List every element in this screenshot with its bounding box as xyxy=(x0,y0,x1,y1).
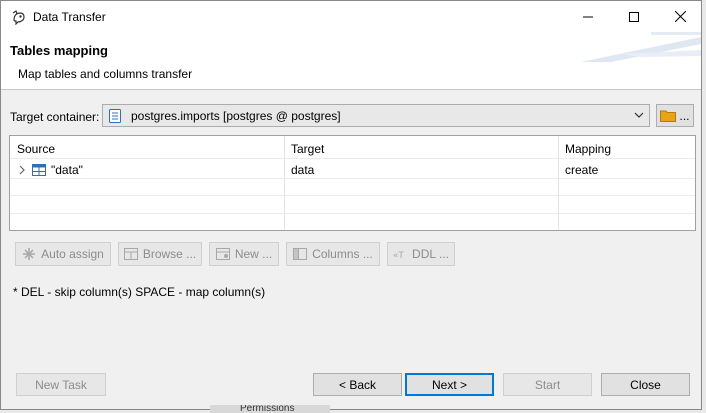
database-icon xyxy=(109,108,121,123)
browse-container-button[interactable]: ... xyxy=(656,104,694,127)
expand-arrow-icon[interactable] xyxy=(18,165,26,175)
table-icon xyxy=(32,164,46,176)
mapping-table[interactable]: Source Target Mapping "data" data create xyxy=(9,135,696,231)
dbeaver-app-icon xyxy=(12,10,25,25)
minimize-icon xyxy=(583,16,593,17)
new-table-icon xyxy=(215,248,230,260)
table-browse-icon xyxy=(123,248,138,260)
keyboard-hint: * DEL - skip column(s) SPACE - map colum… xyxy=(13,285,266,299)
background-permissions-text: Permissions xyxy=(240,405,295,413)
column-header-mapping[interactable]: Mapping xyxy=(565,142,611,156)
window-title: Data Transfer xyxy=(33,10,106,24)
auto-assign-button[interactable]: Auto assign xyxy=(15,242,111,266)
close-button[interactable]: Close xyxy=(601,373,690,396)
close-icon xyxy=(674,11,686,22)
minimize-button[interactable] xyxy=(565,1,611,32)
new-task-button[interactable]: New Task xyxy=(16,373,106,396)
svg-text:«T: «T xyxy=(393,251,404,260)
browse-label: Browse ... xyxy=(142,247,197,261)
auto-assign-icon xyxy=(23,248,36,260)
row-mapping-cell[interactable]: create xyxy=(565,163,598,177)
maximize-button[interactable] xyxy=(611,1,657,32)
column-divider xyxy=(558,136,559,230)
auto-assign-label: Auto assign xyxy=(41,247,104,261)
ddl-icon: «T xyxy=(393,251,404,260)
column-header-source[interactable]: Source xyxy=(17,142,55,156)
next-button[interactable]: Next > xyxy=(405,373,494,396)
chevron-down-icon xyxy=(634,112,644,118)
browse-container-label: ... xyxy=(679,108,690,123)
back-button[interactable]: < Back xyxy=(313,373,402,396)
new-label: New ... xyxy=(234,247,273,261)
target-container-label: Target container: xyxy=(10,110,100,124)
page-title: Tables mapping xyxy=(10,43,108,58)
title-bar[interactable]: Data Transfer xyxy=(1,1,701,32)
row-divider xyxy=(10,195,695,196)
background-window-fragment: Permissions xyxy=(210,405,330,413)
wizard-header: Tables mapping Map tables and columns tr… xyxy=(1,32,701,90)
row-divider xyxy=(10,178,695,179)
start-button[interactable]: Start xyxy=(503,373,592,396)
ddl-button[interactable]: «T DDL ... xyxy=(387,242,455,266)
columns-button[interactable]: Columns ... xyxy=(286,242,380,266)
row-divider xyxy=(10,158,695,159)
ddl-label: DDL ... xyxy=(412,247,449,261)
maximize-icon xyxy=(629,11,639,22)
row-source-cell[interactable]: "data" xyxy=(51,163,83,177)
data-transfer-window: Data Transfer Tables mapping Map tables … xyxy=(0,0,702,410)
header-decoration xyxy=(581,32,701,62)
target-container-value: postgres.imports [postgres @ postgres] xyxy=(131,108,341,123)
columns-icon xyxy=(293,248,308,260)
folder-icon xyxy=(660,110,677,122)
row-target-cell[interactable]: data xyxy=(291,163,314,177)
columns-label: Columns ... xyxy=(312,247,373,261)
column-divider xyxy=(284,136,285,230)
new-button[interactable]: New ... xyxy=(209,242,279,266)
target-container-select[interactable]: postgres.imports [postgres @ postgres] xyxy=(102,104,650,127)
close-window-button[interactable] xyxy=(657,1,703,32)
row-divider xyxy=(10,213,695,214)
browse-button[interactable]: Browse ... xyxy=(118,242,202,266)
page-subtitle: Map tables and columns transfer xyxy=(18,67,193,81)
column-header-target[interactable]: Target xyxy=(291,142,324,156)
